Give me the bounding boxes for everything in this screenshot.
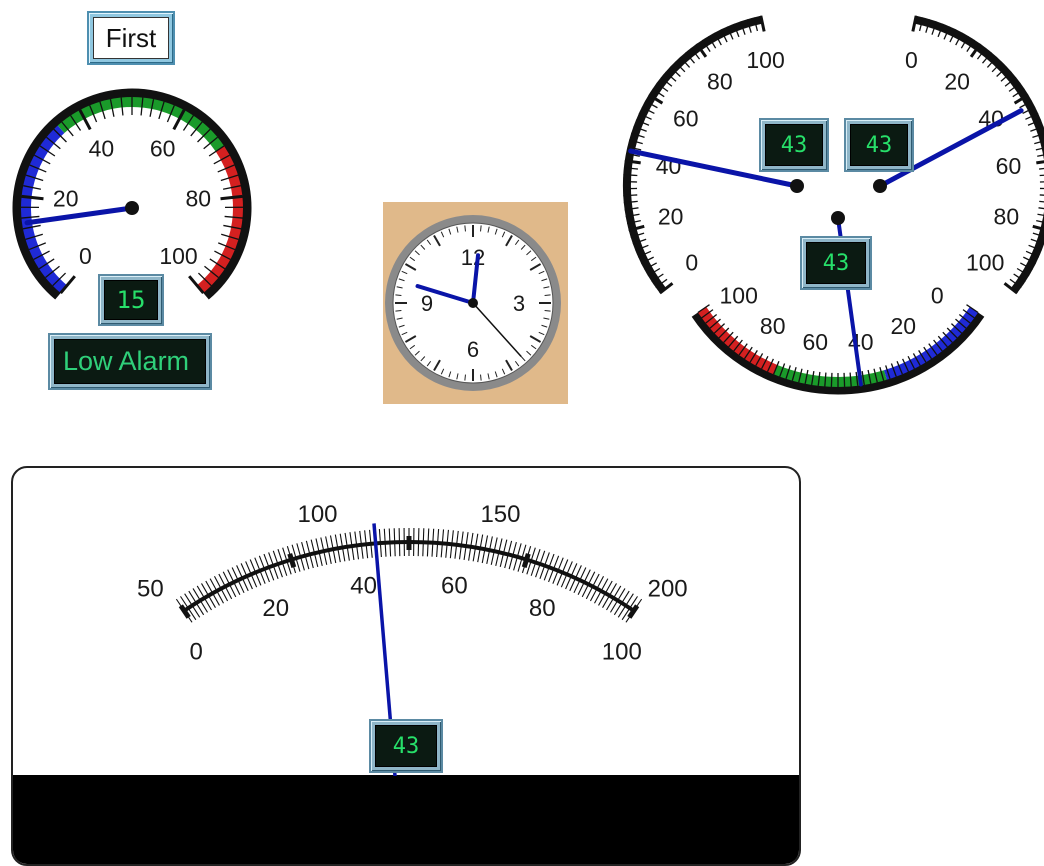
first-button-label: First xyxy=(93,17,169,59)
left-dial-needle-hub xyxy=(790,179,804,193)
meter-inner-label: 0 xyxy=(190,639,203,666)
clock-tick xyxy=(481,375,482,381)
right-dial-tick xyxy=(1039,208,1044,210)
left-dial-tick xyxy=(623,195,637,196)
clock-tick xyxy=(465,375,466,381)
left-dial-label: 80 xyxy=(707,68,733,94)
right-dial-major-tick xyxy=(913,16,916,32)
meter-major-tick xyxy=(524,554,528,567)
bottom-dial-needle-hub xyxy=(831,211,845,225)
clock-number: 12 xyxy=(461,245,485,270)
clock-tick xyxy=(545,295,551,296)
clock-tick xyxy=(395,311,401,312)
meter-outer-label: 150 xyxy=(480,501,520,528)
left-dial-tick xyxy=(623,175,637,176)
meter-tick xyxy=(418,528,419,556)
small-gauge-readout: 15 xyxy=(98,274,164,326)
meter-tick xyxy=(210,579,223,604)
bottom-dial-readout: 43 xyxy=(800,236,872,290)
right-dial-label: 100 xyxy=(966,249,1004,275)
left-dial-label: 60 xyxy=(673,106,699,132)
right-dial-label: 20 xyxy=(944,68,970,94)
meter-tick xyxy=(399,528,400,556)
small-gauge-label: 80 xyxy=(185,185,211,211)
clock-tick xyxy=(395,295,401,296)
right-dial-tick xyxy=(1040,175,1044,176)
small-gauge-label: 100 xyxy=(159,243,197,269)
bottom-dial-tick xyxy=(844,373,845,387)
meter-inner-label: 20 xyxy=(262,595,289,622)
small-gauge-label: 20 xyxy=(53,185,79,211)
clock-number: 3 xyxy=(513,291,525,316)
left-dial-major-tick xyxy=(761,16,764,32)
small-gauge-readout-value: 15 xyxy=(104,280,158,320)
meter-inner-label: 80 xyxy=(529,595,556,622)
small-gauge-rim xyxy=(17,93,247,296)
meter-outer-label: 50 xyxy=(137,575,164,602)
small-gauge-label: 40 xyxy=(89,135,115,161)
meter-readout: 43 xyxy=(369,719,443,773)
left-dial-label: 100 xyxy=(746,47,784,73)
left-dial-readout: 43 xyxy=(759,118,829,172)
right-dial-readout: 43 xyxy=(844,118,914,172)
meter-tick xyxy=(394,528,395,556)
right-dial-label: 80 xyxy=(994,204,1020,230)
clock-number: 9 xyxy=(421,291,433,316)
meter-outer-label: 100 xyxy=(297,501,337,528)
alarm-text: Low Alarm xyxy=(54,339,206,384)
bottom-dial-tick xyxy=(831,373,832,387)
small-gauge-needle-hub xyxy=(125,201,139,215)
meter-tick xyxy=(219,574,232,599)
meter-readout-value: 43 xyxy=(375,725,437,767)
meter-tick xyxy=(594,579,607,604)
meter-major-tick xyxy=(290,554,294,567)
bottom-dial-label: 100 xyxy=(720,283,758,309)
bottom-dial-readout-value: 43 xyxy=(806,242,866,284)
first-button[interactable]: First xyxy=(87,11,175,65)
meter-tick xyxy=(427,528,428,556)
right-dial-readout-value: 43 xyxy=(850,124,908,166)
right-dial-tick xyxy=(1037,214,1044,216)
bottom-dial-label: 20 xyxy=(890,313,916,339)
small-gauge-label: 60 xyxy=(150,135,176,161)
meter-tick xyxy=(586,574,599,599)
bottom-dial-label: 60 xyxy=(802,329,828,355)
left-dial-readout-value: 43 xyxy=(765,124,823,166)
meter-tick xyxy=(423,528,424,556)
alarm-indicator: Low Alarm xyxy=(48,333,212,390)
clock-tick xyxy=(545,311,551,312)
meter-inner-label: 100 xyxy=(602,639,642,666)
small-gauge-label: 0 xyxy=(79,243,92,269)
bottom-dial-label: 0 xyxy=(931,283,944,309)
meter-outer-label: 200 xyxy=(648,575,688,602)
left-dial-label: 20 xyxy=(658,204,684,230)
clock-tick xyxy=(481,225,482,231)
triple-gauge: 020406080100020406080100100806040200 xyxy=(600,0,1044,420)
meter-inner-label: 60 xyxy=(441,572,468,599)
right-dial-tick xyxy=(1040,195,1044,196)
right-dial-major-tick xyxy=(1036,161,1044,163)
right-dial-needle-hub xyxy=(873,179,887,193)
small-gauge-needle xyxy=(27,208,132,223)
meter-tick xyxy=(214,576,227,601)
right-dial-label: 0 xyxy=(905,47,918,73)
right-dial-label: 60 xyxy=(996,153,1022,179)
clock-center xyxy=(468,298,478,308)
meter-panel-base xyxy=(13,775,799,864)
bottom-dial-label: 40 xyxy=(848,329,874,355)
right-dial-tick xyxy=(1039,201,1044,202)
right-dial-tick xyxy=(1039,168,1044,169)
clock-tick xyxy=(465,225,466,231)
meter-inner-label: 40 xyxy=(350,572,377,599)
bottom-dial-label: 80 xyxy=(760,313,786,339)
analog-clock: 12 3 6 9 xyxy=(383,202,568,404)
meter-tick xyxy=(389,528,390,556)
meter-tick xyxy=(590,576,603,601)
clock-number: 6 xyxy=(467,337,479,362)
small-gauge: 0 20 40 60 80 100 xyxy=(0,60,270,310)
left-dial-label: 0 xyxy=(685,249,698,275)
